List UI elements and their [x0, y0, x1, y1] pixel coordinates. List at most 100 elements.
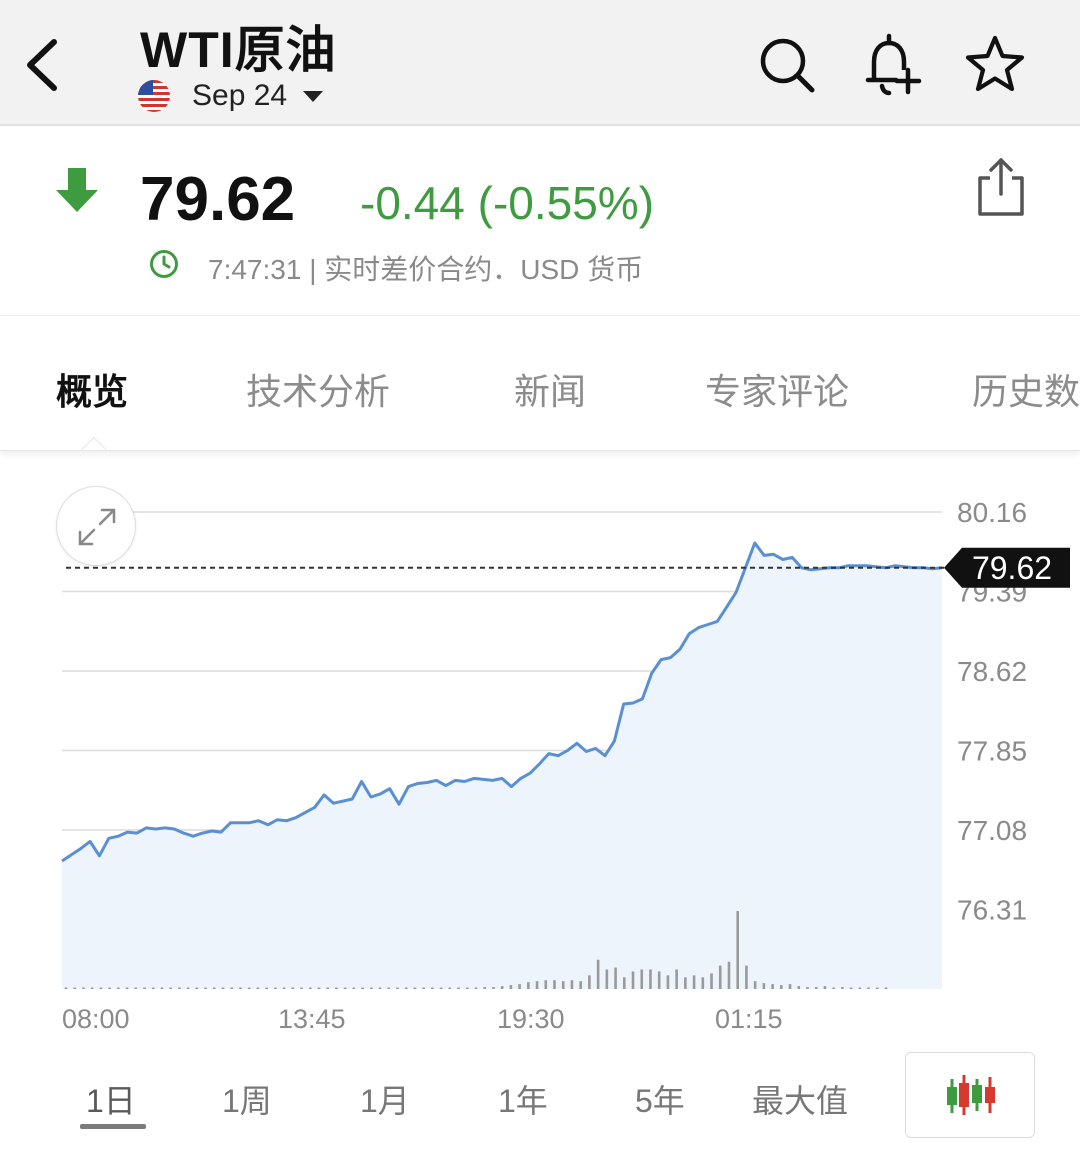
volume-bar: [832, 987, 835, 989]
volume-bar: [780, 985, 783, 989]
range-selector: 1日 1周 1月 1年 5年 最大值: [0, 1052, 1080, 1156]
volume-bar: [256, 987, 260, 989]
volume-bar: [431, 987, 434, 989]
volume-bar: [125, 987, 129, 989]
tab-technical-analysis[interactable]: 技术分析: [246, 363, 390, 415]
x-tick-label: 19:30: [497, 1004, 565, 1034]
volume-bar: [666, 975, 670, 989]
volume-bar: [300, 987, 303, 989]
expand-icon: [78, 508, 116, 546]
volume-bar: [553, 980, 556, 989]
volume-bar: [701, 977, 705, 989]
volume-bar: [684, 977, 687, 989]
last-price: 79.62: [140, 165, 296, 234]
volume-bar: [160, 987, 164, 989]
volume-bar: [396, 987, 399, 989]
volume-bar: [457, 987, 460, 989]
x-axis-labels: 08:00 13:45 19:30 01:15: [62, 1004, 783, 1034]
chevron-down-icon: [303, 90, 324, 102]
volume-bar: [788, 984, 792, 989]
share-icon[interactable]: [972, 154, 1030, 220]
volume-bar: [544, 980, 548, 989]
us-flag-icon: [138, 80, 170, 112]
range-1d[interactable]: 1日: [86, 1076, 136, 1122]
contract-label: Sep 24: [192, 79, 288, 112]
volume-bar: [806, 987, 809, 989]
volume-bar: [169, 987, 172, 989]
volume-bar: [195, 987, 199, 989]
volume-bar: [605, 969, 609, 989]
volume-bar: [282, 987, 286, 989]
volume-bar: [588, 975, 591, 989]
price-change: -0.44 (-0.55%): [360, 177, 655, 229]
volume-bar: [710, 973, 713, 989]
candlestick-toggle-button[interactable]: [905, 1052, 1035, 1138]
tab-historical-data[interactable]: 历史数据: [972, 363, 1080, 415]
expand-chart-button[interactable]: [56, 486, 136, 566]
volume-bar: [474, 987, 478, 989]
volume-bar: [614, 967, 617, 989]
active-range-underline: [80, 1124, 146, 1129]
volume-bar: [492, 987, 495, 989]
volume-bar: [387, 987, 391, 989]
x-tick-label: 01:15: [715, 1004, 783, 1034]
volume-bar: [370, 987, 373, 989]
range-1m[interactable]: 1月: [360, 1076, 410, 1122]
volume-bar: [361, 987, 364, 989]
volume-bar: [291, 987, 295, 989]
volume-bar: [762, 983, 766, 989]
y-tick-label: 80.16: [957, 497, 1027, 528]
volume-bar: [753, 981, 757, 989]
volume-bar: [186, 987, 190, 989]
tab-overview[interactable]: 概览: [56, 363, 128, 415]
quote-panel: 79.62 -0.44 (-0.55%) 7:47:31 | 实时差价合约．US…: [0, 126, 1080, 316]
range-1w[interactable]: 1周: [222, 1076, 272, 1122]
volume-bar: [439, 987, 443, 989]
volume-bar: [509, 985, 513, 989]
tab-expert-commentary[interactable]: 专家评论: [705, 363, 849, 415]
volume-bar: [675, 969, 678, 989]
range-1y[interactable]: 1年: [498, 1076, 548, 1122]
volume-bar: [378, 987, 382, 989]
volume-bar: [718, 965, 722, 989]
volume-bar: [239, 987, 242, 989]
back-arrow-icon[interactable]: [18, 30, 68, 100]
volume-bar: [99, 987, 103, 989]
volume-bar: [178, 987, 181, 989]
volume-bar: [265, 987, 268, 989]
volume-bar: [527, 982, 530, 989]
range-max[interactable]: 最大值: [752, 1076, 848, 1122]
add-alert-bell-icon[interactable]: [858, 30, 924, 100]
star-icon[interactable]: [962, 30, 1028, 100]
search-icon[interactable]: [754, 30, 820, 100]
volume-bar: [413, 987, 417, 989]
volume-bar: [64, 987, 68, 989]
volume-bar: [212, 987, 216, 989]
volume-bar: [82, 987, 85, 989]
volume-bar: [823, 986, 827, 989]
down-arrow-icon: [56, 168, 98, 212]
active-tab-indicator: [79, 436, 109, 450]
volume-bar: [352, 987, 356, 989]
candlestick-icon: [947, 1075, 995, 1115]
volume-bar: [448, 987, 452, 989]
y-tick-label: 76.31: [957, 895, 1027, 926]
range-5y[interactable]: 5年: [635, 1076, 685, 1122]
volume-bar: [570, 980, 574, 989]
contract-selector[interactable]: Sep 24: [138, 76, 324, 116]
quote-meta: 7:47:31 | 实时差价合约．USD 货币: [208, 254, 644, 285]
volume-bar: [579, 981, 582, 989]
app-header: WTI原油 Sep 24: [0, 0, 1080, 126]
volume-bar: [727, 961, 731, 989]
current-price-label: 79.62: [972, 550, 1052, 586]
volume-bar: [692, 975, 696, 989]
x-tick-label: 08:00: [62, 1004, 130, 1034]
volume-bar: [858, 987, 862, 989]
tab-news[interactable]: 新闻: [514, 363, 586, 415]
volume-bar: [875, 987, 879, 989]
volume-bar: [841, 987, 844, 989]
volume-bar: [771, 984, 774, 989]
price-chart[interactable]: 80.16 79.39 78.62 77.85 77.08 76.31 08:00 13:4…: [0, 452, 1080, 1052]
volume-bar: [422, 987, 425, 989]
volume-bar: [204, 987, 207, 989]
